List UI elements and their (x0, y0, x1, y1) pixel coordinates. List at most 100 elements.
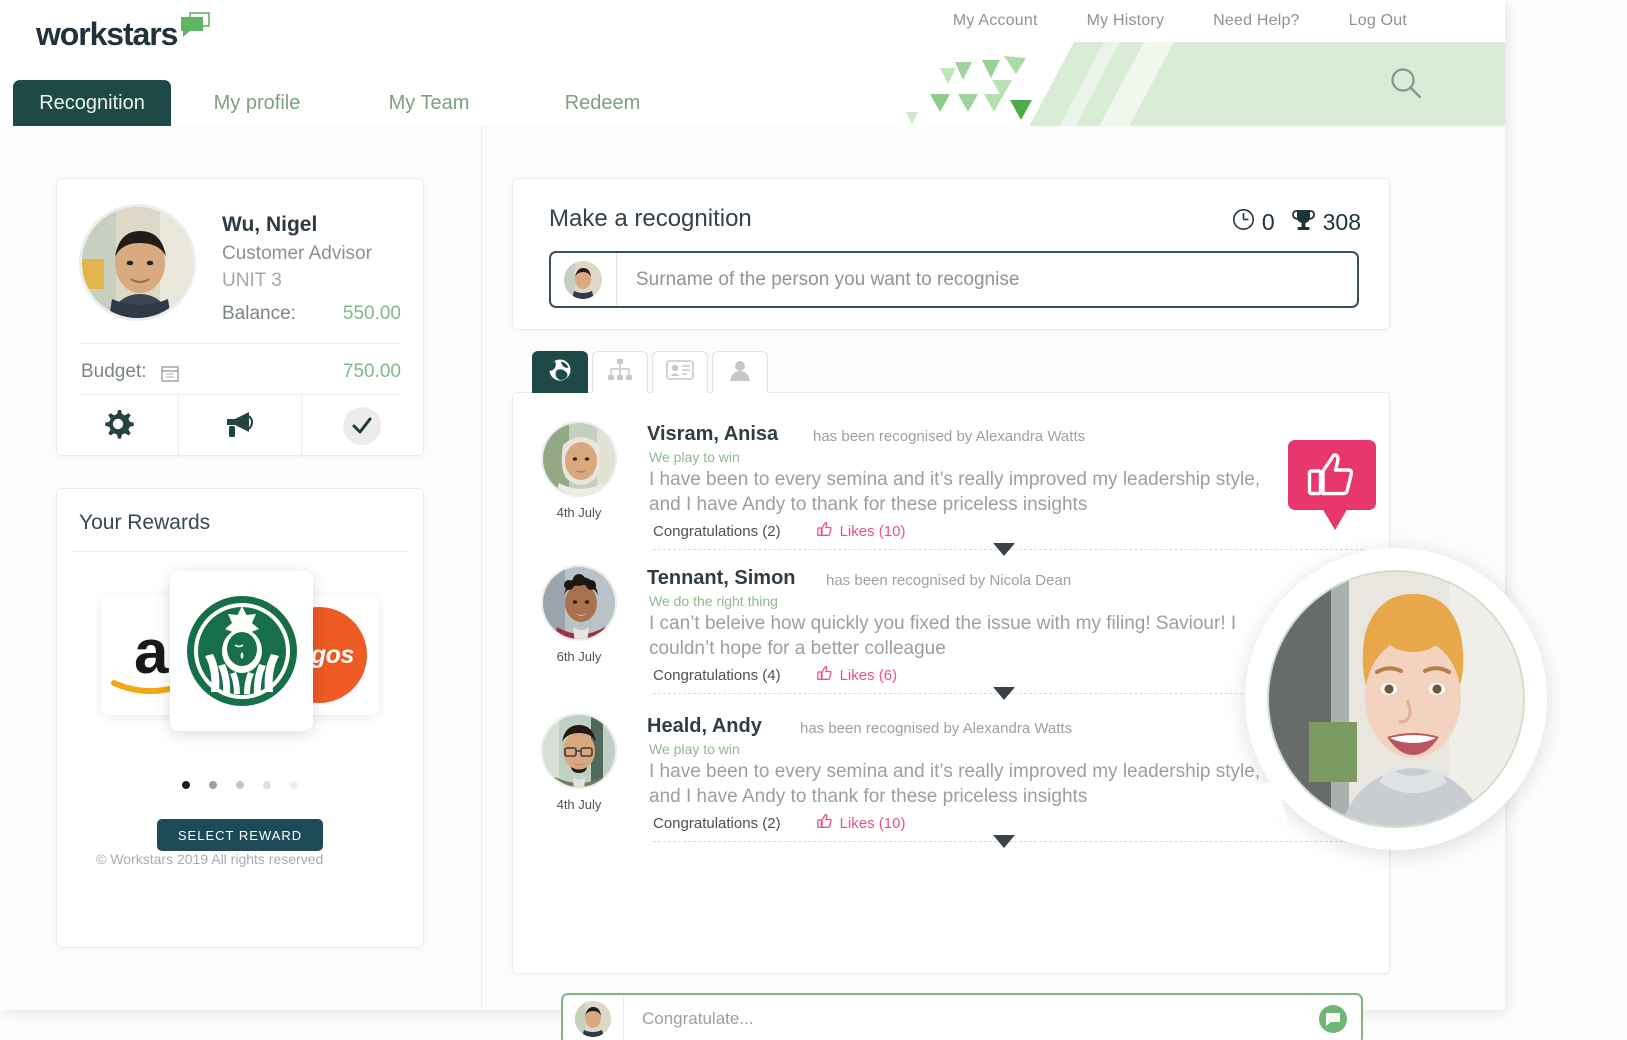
thumbs-up-icon (816, 521, 833, 541)
page-title: Make a recognition (549, 205, 752, 232)
avatar (79, 204, 196, 321)
feed-avatar[interactable] (541, 421, 617, 497)
rewards-title: Your Rewards (79, 511, 211, 534)
org-chart-icon (607, 358, 633, 387)
approvals-button[interactable] (300, 395, 423, 457)
feed-meta: Congratulations (4) Likes (6) (653, 665, 897, 685)
points-count: 308 (1322, 209, 1361, 235)
likes-link[interactable]: Likes (10) (816, 813, 906, 833)
congratulations-link[interactable]: Congratulations (4) (653, 667, 781, 684)
feed-avatar[interactable] (541, 713, 617, 789)
likes-label: Likes (10) (839, 522, 906, 540)
content-area: Wu, Nigel Customer Advisor UNIT 3 Balanc… (0, 126, 1505, 1040)
feed-recipient-name[interactable]: Heald, Andy (647, 715, 762, 738)
search-icon[interactable] (1389, 66, 1423, 105)
likes-link[interactable]: Likes (10) (816, 521, 906, 541)
copyright-symbol: © (96, 851, 107, 867)
feed-value-label: We do the right thing (649, 593, 778, 609)
points-counter: 308 (1291, 207, 1361, 238)
profile-action-row (57, 395, 423, 457)
tab-personal[interactable] (712, 351, 768, 393)
feed-meta: Congratulations (2) Likes (10) (653, 521, 905, 541)
carousel-dot-3[interactable] (236, 781, 244, 789)
comment-input[interactable] (623, 995, 1319, 1040)
svg-text:a: a (134, 618, 169, 687)
carousel-dot-4[interactable] (263, 781, 271, 789)
budget-value: 750.00 (342, 361, 401, 382)
pending-count: 0 (1261, 209, 1275, 235)
nav-tab-recognition-label: Recognition (39, 91, 145, 114)
logo-wordmark: workstars (36, 16, 178, 52)
person-icon (729, 359, 751, 386)
profile-name: Wu, Nigel (222, 213, 318, 236)
photo-speech-bubble (1245, 548, 1547, 850)
chat-bubble-icon[interactable] (1319, 1005, 1347, 1033)
likes-label: Likes (6) (839, 666, 898, 684)
recognition-input-wrapper (549, 251, 1359, 308)
carousel-dot-1[interactable] (182, 781, 190, 789)
likes-link[interactable]: Likes (6) (816, 665, 898, 685)
thumbs-up-icon (816, 665, 833, 685)
trophy-icon (1291, 207, 1316, 238)
reward-tile-starbucks[interactable] (170, 571, 313, 731)
rewards-card: Your Rewards a Argos SELECT REWARD (56, 488, 424, 948)
feed-date: 4th July (556, 797, 602, 812)
feed-recipient-name[interactable]: Visram, Anisa (647, 423, 778, 446)
gear-icon (101, 407, 135, 446)
tab-company-wide[interactable] (532, 351, 588, 393)
select-reward-button[interactable]: SELECT REWARD (157, 819, 323, 851)
utility-link-need-help[interactable]: Need Help? (1213, 12, 1300, 30)
triangles-decoration (906, 56, 1032, 124)
congratulations-link[interactable]: Congratulations (2) (653, 815, 781, 832)
utility-link-my-account[interactable]: My Account (953, 12, 1038, 30)
nav-tab-my-team[interactable]: My Team (343, 80, 515, 126)
pending-counter: 0 (1232, 208, 1275, 237)
feed-recipient-name[interactable]: Tennant, Simon (647, 567, 796, 590)
recognition-search-input[interactable] (616, 253, 1357, 306)
feed-avatar[interactable] (541, 565, 617, 641)
feed-value-label: We play to win (649, 741, 740, 757)
clock-icon (1232, 208, 1255, 237)
current-user-avatar (564, 260, 602, 299)
check-icon (343, 407, 382, 445)
tab-my-recognitions[interactable] (652, 351, 708, 393)
settings-button[interactable] (57, 395, 178, 457)
likes-label: Likes (10) (839, 814, 906, 832)
feed-recognised-by: has been recognised by Alexandra Watts (813, 428, 1086, 445)
balance-value: 550.00 (342, 303, 401, 324)
speech-bubble-icon (180, 12, 211, 43)
profile-unit: UNIT 3 (222, 270, 282, 291)
thumbs-up-icon (816, 813, 833, 833)
copyright: © Workstars 2019 All rights reserved (96, 851, 323, 867)
feed-message: I have been to every semina and it’s rea… (649, 469, 1261, 515)
utility-bar: My Account My History Need Help? Log Out (0, 0, 1505, 42)
feed-date: 4th July (556, 505, 602, 520)
make-recognition-card: Make a recognition 0 308 Surname of the … (512, 178, 1390, 330)
comment-box (561, 993, 1363, 1040)
announcements-button[interactable] (178, 395, 300, 457)
feed-date: 6th July (556, 649, 602, 664)
carousel-dot-2[interactable] (209, 781, 217, 789)
profile-role: Customer Advisor (222, 243, 372, 264)
nav-tab-redeem[interactable]: Redeem (515, 80, 690, 126)
tab-department[interactable] (592, 351, 648, 393)
sidebar: Wu, Nigel Customer Advisor UNIT 3 Balanc… (0, 126, 482, 1010)
id-card-icon (666, 359, 694, 386)
profile-card: Wu, Nigel Customer Advisor UNIT 3 Balanc… (56, 178, 424, 457)
brand-logo[interactable]: workstars (36, 12, 211, 52)
feed-message: I can’t beleive how quickly you fixed th… (649, 613, 1237, 659)
rewards-carousel: a Argos (57, 571, 423, 781)
workstars-app-window: My Account My History Need Help? Log Out… (0, 0, 1505, 1040)
feed-message: I have been to every semina and it’s rea… (649, 761, 1261, 807)
nav-tab-my-profile[interactable]: My profile (171, 80, 343, 126)
congratulations-link[interactable]: Congratulations (2) (653, 523, 781, 540)
nav-tab-recognition[interactable]: Recognition (13, 80, 171, 126)
nav-tab-redeem-label: Redeem (564, 91, 641, 114)
utility-link-log-out[interactable]: Log Out (1349, 12, 1407, 30)
nav-tab-my-profile-label: My profile (213, 91, 301, 114)
utility-link-my-history[interactable]: My History (1087, 12, 1165, 30)
feed-value-label: We play to win (649, 449, 740, 465)
carousel-dot-5[interactable] (290, 781, 298, 789)
budget-label: Budget: (81, 361, 147, 382)
primary-nav: Recognition My profile My Team Redeem (0, 80, 690, 126)
